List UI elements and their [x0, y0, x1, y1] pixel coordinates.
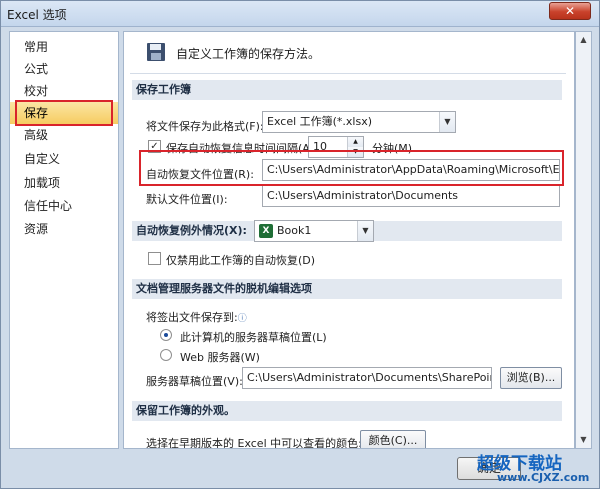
close-button[interactable]: ✕ — [549, 2, 591, 20]
window-title: Excel 选项 — [7, 8, 67, 22]
autorecover-location-highlight — [139, 150, 564, 186]
sidebar-item-addins[interactable]: 加载项 — [10, 172, 118, 194]
colors-button[interactable]: 颜色(C)... — [360, 430, 426, 448]
scroll-down-icon[interactable]: ▼ — [578, 434, 589, 445]
sidebar-item-customize[interactable]: 自定义 — [10, 148, 118, 170]
chevron-down-icon[interactable]: ▼ — [357, 221, 373, 241]
watermark-url: www.CJXZ.com — [497, 471, 590, 484]
format-dropdown[interactable]: Excel 工作簿(*.xlsx) ▼ — [262, 111, 456, 133]
section-save-workbooks: 保存工作簿 — [132, 80, 562, 100]
excel-workbook-icon: X — [259, 224, 273, 238]
page-header-text: 自定义工作簿的保存方法。 — [176, 47, 321, 61]
watermark: 超级下载站 www.CJXZ.com — [441, 449, 599, 489]
title-bar: Excel 选项 ✕ — [1, 1, 599, 27]
drafts-location-label: 服务器草稿位置(V): — [146, 375, 243, 388]
default-location-value: C:\Users\Administrator\Documents — [267, 189, 459, 202]
save-highlight-box — [15, 100, 113, 126]
drafts-location-input[interactable]: C:\Users\Administrator\Documents\SharePo… — [242, 367, 492, 389]
radio-server-drafts[interactable] — [160, 329, 172, 341]
exceptions-workbook-value: Book1 — [277, 224, 312, 237]
options-content-pane: 自定义工作簿的保存方法。 保存工作簿 将文件保存为此格式(F): Excel 工… — [123, 31, 575, 449]
floppy-disk-icon — [147, 43, 165, 61]
radio-server-drafts-label: 此计算机的服务器草稿位置(L) — [180, 331, 327, 344]
drafts-location-value: C:\Users\Administrator\Documents\SharePo… — [247, 371, 492, 384]
colors-label: 选择在早期版本的 Excel 中可以查看的颜色:ⓘ — [146, 435, 371, 448]
excel-options-dialog: Excel 选项 ✕ 常用 公式 校对 保存 高级 自定义 加载项 信任中心 资… — [0, 0, 600, 489]
sidebar-item-proofing[interactable]: 校对 — [10, 80, 118, 102]
sidebar-item-popular[interactable]: 常用 — [10, 36, 118, 58]
content-scrollbar[interactable]: ▲ ▼ — [575, 31, 592, 449]
radio-web-server[interactable] — [160, 349, 172, 361]
header-divider — [130, 73, 566, 74]
browse-button[interactable]: 浏览(B)... — [500, 367, 562, 389]
default-location-input[interactable]: C:\Users\Administrator\Documents — [262, 185, 560, 207]
radio-selected-dot — [164, 333, 168, 337]
disable-autorecover-checkbox[interactable] — [148, 252, 161, 265]
section-preserve-appearance: 保留工作簿的外观。 — [132, 401, 562, 421]
sidebar-item-trust-center[interactable]: 信任中心 — [10, 195, 118, 217]
exceptions-workbook-dropdown[interactable]: X Book1 ▼ — [254, 220, 374, 242]
disable-autorecover-label: 仅禁用此工作簿的自动恢复(D) — [166, 254, 316, 267]
exceptions-label: 自动恢复例外情况(X): — [136, 224, 247, 237]
sidebar-item-formulas[interactable]: 公式 — [10, 58, 118, 80]
format-label: 将文件保存为此格式(F): — [146, 120, 264, 133]
radio-web-server-label: Web 服务器(W) — [180, 351, 260, 364]
section-offline-editing: 文档管理服务器文件的脱机编辑选项 — [132, 279, 562, 299]
save-checked-out-label: 将签出文件保存到:ⓘ — [146, 311, 247, 324]
options-sidebar: 常用 公式 校对 保存 高级 自定义 加载项 信任中心 资源 — [9, 31, 119, 449]
sidebar-item-resources[interactable]: 资源 — [10, 218, 118, 240]
format-value: Excel 工作簿(*.xlsx) — [267, 115, 373, 128]
spin-up-icon[interactable]: ▲ — [347, 137, 363, 147]
chevron-down-icon[interactable]: ▼ — [439, 112, 455, 132]
info-icon: ⓘ — [237, 314, 247, 324]
default-location-label: 默认文件位置(I): — [146, 193, 228, 206]
scroll-up-icon[interactable]: ▲ — [578, 34, 589, 45]
sidebar-item-advanced[interactable]: 高级 — [10, 124, 118, 146]
